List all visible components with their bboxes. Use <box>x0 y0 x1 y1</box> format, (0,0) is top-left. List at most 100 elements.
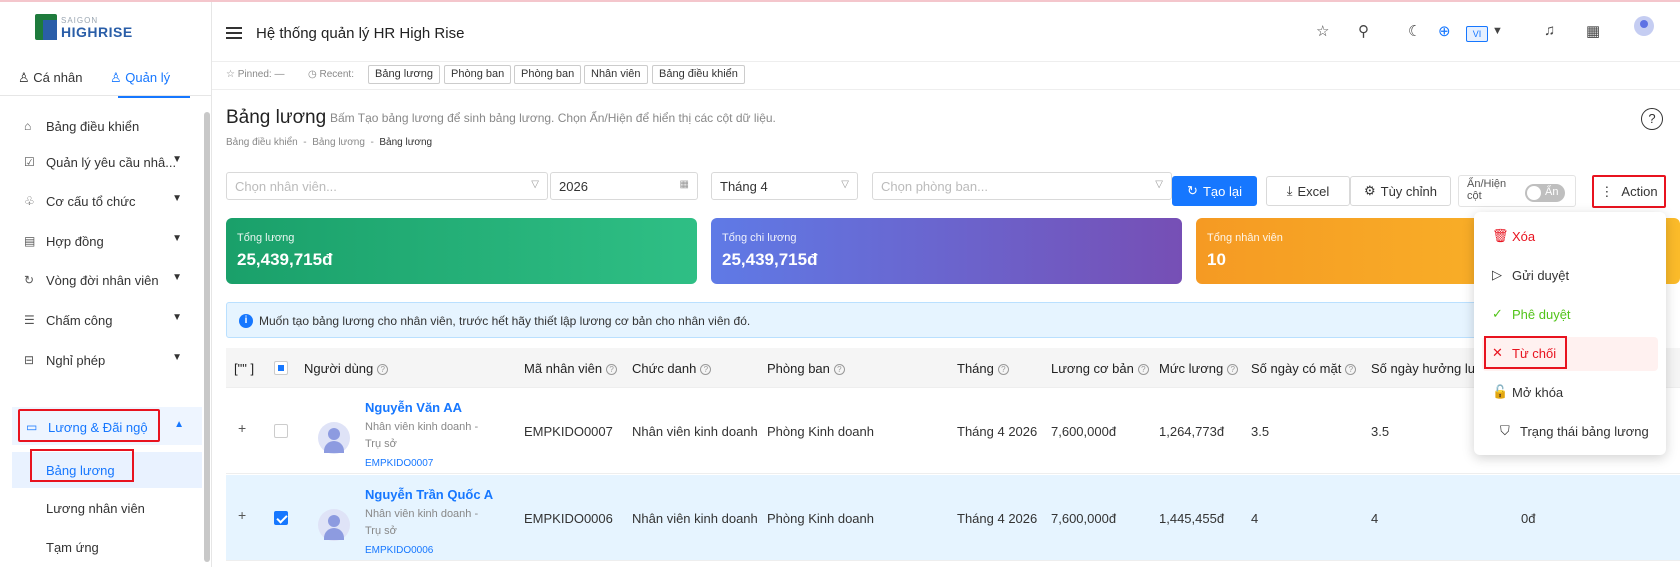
column-header-dept[interactable]: Phòng ban? <box>767 361 845 376</box>
menu-item-approve[interactable]: ✓ Phê duyệt <box>1474 298 1666 332</box>
row-checkbox[interactable] <box>274 511 288 525</box>
menu-item-label: Trạng thái bảng lương <box>1520 424 1649 439</box>
column-header-month[interactable]: Tháng? <box>957 361 1009 376</box>
column-toggle-switch[interactable]: Ẩn <box>1525 184 1565 202</box>
column-header-emp-id[interactable]: Mã nhân viên? <box>524 361 618 376</box>
year-picker[interactable]: 2026 ▦ <box>550 172 698 200</box>
add-circle-icon[interactable]: ⊕ <box>1438 22 1451 40</box>
menu-item-payroll-status[interactable]: ⛉ Trạng thái bảng lương <box>1474 415 1666 449</box>
user-icon: ♙ <box>110 70 126 85</box>
breadcrumb-item[interactable]: Bảng điều khiển <box>226 137 298 148</box>
recent-chip[interactable]: Bảng lương <box>368 65 441 84</box>
cell-emp-id: EMPKIDO0007 <box>524 424 613 439</box>
sidebar-scrollbar[interactable] <box>204 112 210 562</box>
shield-icon: ⛉ <box>1500 423 1510 438</box>
sidebar-item-requests[interactable]: ☑ Quản lý yêu cầu nhâ... ▼ <box>24 152 194 172</box>
column-header-label: Phòng ban <box>767 361 830 376</box>
logo-mark-accent <box>43 20 57 40</box>
column-header-title[interactable]: Chức danh? <box>632 361 712 376</box>
help-icon: ? <box>1227 364 1239 376</box>
active-tab-indicator <box>118 96 190 98</box>
language-select[interactable]: VI <box>1466 26 1488 42</box>
month-select[interactable]: Tháng 4 ▽ <box>711 172 858 200</box>
chevron-down-icon: ▼ <box>172 233 182 244</box>
tab-personal[interactable]: ♙ Cá nhân <box>18 70 82 86</box>
avatar <box>318 509 350 541</box>
department-select-placeholder: Chọn phòng ban... <box>881 179 988 194</box>
table-header: ["" ] Người dùng? Mã nhân viên? Chức dan… <box>226 348 1680 388</box>
breadcrumb-item[interactable]: Bảng lương <box>312 137 365 148</box>
sidebar-item-contracts[interactable]: ▤ Hợp đồng ▼ <box>24 231 194 251</box>
sidebar-item-attendance[interactable]: ☰ Chấm công ▼ <box>24 310 194 330</box>
chevron-down-icon: ▼ <box>172 312 182 323</box>
check-icon: ✓ <box>1492 306 1503 321</box>
employee-name-link[interactable]: Nguyễn Văn AA <box>365 400 462 415</box>
calendar-icon[interactable]: ▦ <box>1586 22 1600 40</box>
help-icon: ? <box>833 364 845 376</box>
expand-row-icon[interactable]: + <box>238 507 246 523</box>
search-icon[interactable]: ⚲ <box>1358 22 1369 40</box>
customize-button[interactable]: ⚙ Tùy chỉnh <box>1350 176 1451 206</box>
cell-dept: Phòng Kinh doanh <box>767 424 874 439</box>
sidebar-item-org[interactable]: ♧ Cơ cấu tổ chức ▼ <box>24 191 194 211</box>
bell-icon[interactable]: ♫ <box>1544 22 1555 39</box>
cell-base-salary: 7,600,000đ <box>1051 511 1117 526</box>
user-icon: ♙ <box>18 70 34 85</box>
reload-button[interactable]: ↻ Tạo lại <box>1172 176 1257 206</box>
calendar-icon: ▦ <box>679 179 689 190</box>
column-header-present-days[interactable]: Số ngày có mặt? <box>1251 361 1357 376</box>
menu-toggle-icon[interactable] <box>226 27 242 39</box>
sidebar-subitem-advance[interactable]: Tạm ứng <box>46 540 99 555</box>
brand-logo[interactable]: SAIGON HIGHRISE <box>35 14 145 44</box>
employee-select[interactable]: Chọn nhân viên... ▽ <box>226 172 548 200</box>
column-header-user[interactable]: Người dùng? <box>304 361 389 376</box>
department-select[interactable]: Chọn phòng ban... ▽ <box>872 172 1172 200</box>
breadcrumb-current: Bảng lương <box>379 137 433 148</box>
table-row[interactable]: + Nguyễn Trần Quốc A Nhân viên kinh doan… <box>226 475 1680 561</box>
menu-item-label: Gửi duyệt <box>1512 268 1570 283</box>
sidebar-item-leave[interactable]: ⊟ Nghỉ phép ▼ <box>24 350 194 370</box>
logo-big-text: HIGHRISE <box>61 24 133 40</box>
menu-item-delete[interactable]: 🗑 Xóa <box>1474 220 1666 254</box>
chevron-down-icon: ▼ <box>172 272 182 283</box>
column-header-base-salary[interactable]: Lương cơ bản? <box>1051 361 1149 376</box>
avatar[interactable] <box>1634 16 1654 36</box>
excel-button[interactable]: ⤓ Excel <box>1266 176 1350 206</box>
sidebar: SAIGON HIGHRISE ♙ Cá nhân ♙ Quản lý ⌂ Bản… <box>0 2 212 567</box>
checkbox-icon: ☑ <box>24 155 35 169</box>
menu-item-label: Mở khóa <box>1512 385 1564 400</box>
month-value: Tháng 4 <box>720 179 768 194</box>
sidebar-item-label: Chấm công <box>46 312 113 328</box>
employee-name-link[interactable]: Nguyễn Trần Quốc A <box>365 487 493 502</box>
tab-manage[interactable]: ♙ Quản lý <box>110 70 170 86</box>
recent-chip[interactable]: Phòng ban <box>514 65 582 84</box>
recent-chip[interactable]: Phòng ban <box>444 65 512 84</box>
row-checkbox[interactable] <box>274 424 288 438</box>
card-total-payout: Tổng chi lương 25,439,715đ <box>711 218 1182 284</box>
help-icon[interactable]: ? <box>1641 108 1663 130</box>
menu-item-unlock[interactable]: 🔓 Mở khóa <box>1474 376 1666 410</box>
menu-item-submit[interactable]: ▷ Gửi duyệt <box>1474 259 1666 293</box>
chevron-down-icon[interactable]: ▼ <box>1492 25 1503 37</box>
sidebar-subitem-employee-salary[interactable]: Lương nhân viên <box>46 501 145 516</box>
expand-row-icon[interactable]: + <box>238 420 246 436</box>
card-value: 25,439,715đ <box>237 250 333 269</box>
star-icon[interactable]: ☆ <box>1316 22 1329 40</box>
recent-chip[interactable]: Bảng điều khiển <box>652 65 745 84</box>
employee-role: Nhân viên kinh doanh - Trụ sở <box>365 421 479 450</box>
column-header-paid-days[interactable]: Số ngày hưởng lư <box>1371 361 1476 376</box>
sidebar-tabs: ♙ Cá nhân ♙ Quản lý <box>0 62 212 96</box>
sidebar-item-dashboard[interactable]: ⌂ Bảng điều khiển <box>24 116 194 136</box>
recent-chip[interactable]: Nhân viên <box>584 65 648 84</box>
action-button[interactable]: ⋮ Action <box>1592 175 1666 208</box>
cell-present-days: 3.5 <box>1251 424 1270 439</box>
sidebar-item-lifecycle[interactable]: ↻ Vòng đời nhân viên ▼ <box>24 270 194 290</box>
reload-label: Tạo lại <box>1202 183 1242 199</box>
table-row[interactable]: + Nguyễn Văn AA Nhân viên kinh doanh - T… <box>226 388 1680 474</box>
column-header-salary[interactable]: Mức lương? <box>1159 361 1239 376</box>
excel-label: Excel <box>1297 183 1330 199</box>
moon-icon[interactable]: ☾ <box>1408 22 1421 40</box>
menu-item-label: Phê duyệt <box>1512 307 1571 322</box>
select-all-checkbox[interactable] <box>274 361 288 375</box>
column-toggle-label: Ẩn/Hiện cột <box>1467 178 1507 202</box>
